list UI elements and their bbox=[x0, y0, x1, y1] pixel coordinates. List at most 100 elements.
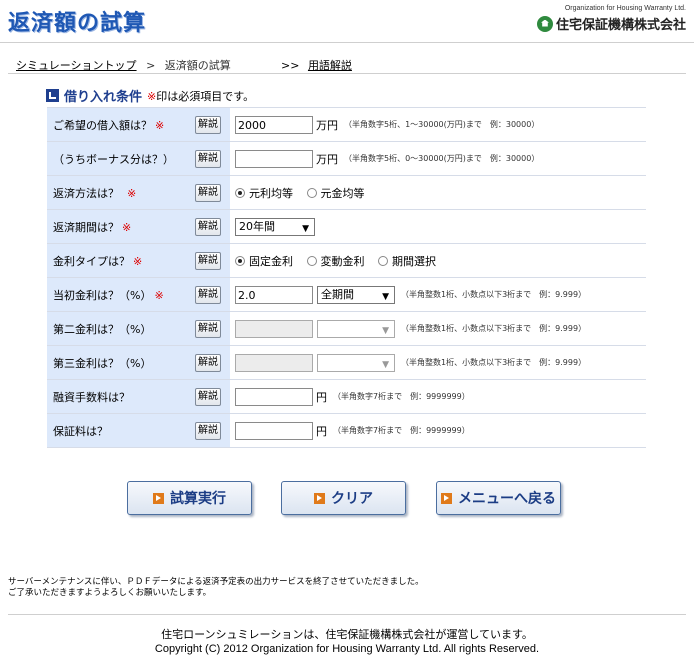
row-label: 融資手数料は？ bbox=[53, 390, 130, 404]
explain-cell: 解説 bbox=[186, 277, 230, 312]
required-mark: ※ bbox=[147, 89, 157, 103]
radio-fixed-rate[interactable]: 固定金利 bbox=[235, 253, 293, 269]
field-cell: 円 （半角数字7桁まで 例：9999999） bbox=[230, 413, 646, 448]
field-cell: 20年間 ▼ bbox=[230, 209, 646, 244]
arrow-right-icon bbox=[314, 492, 325, 504]
third-rate-input bbox=[235, 353, 313, 372]
field-cell: 万円 （半角数字5桁、0～30000(万円)まで 例：30000） bbox=[230, 141, 646, 176]
explain-button[interactable]: 解説 bbox=[195, 387, 221, 406]
row-label: 第三金利は？（%） bbox=[53, 356, 152, 370]
required-mark: ※ bbox=[154, 288, 164, 302]
interest-type-label: 金利タイプは？ ※ bbox=[47, 243, 186, 278]
org-name-japanese: 住宅保証機構株式会社 bbox=[555, 18, 686, 33]
field-cell: ▼ （半角整数1桁、小数点以下3桁まで 例：9.999） bbox=[230, 345, 646, 380]
required-mark: ※ bbox=[155, 118, 165, 132]
field-cell: ▼ （半角整数1桁、小数点以下3桁まで 例：9.999） bbox=[230, 311, 646, 346]
unit-label: 万円 bbox=[316, 118, 338, 132]
input-hint: （半角数字5桁、0～30000(万円)まで 例：30000） bbox=[344, 154, 540, 163]
explain-cell: 解説 bbox=[186, 141, 230, 176]
explain-button[interactable]: 解説 bbox=[195, 149, 221, 168]
row-label: 保証料は？ bbox=[53, 424, 108, 438]
radio-label: 変動金利 bbox=[320, 254, 365, 268]
input-hint: （半角数字7桁まで 例：9999999） bbox=[333, 426, 470, 435]
explain-button[interactable]: 解説 bbox=[195, 319, 221, 338]
input-hint: （半角整数1桁、小数点以下3桁まで 例：9.999） bbox=[401, 324, 587, 333]
repayment-method-label: 返済方法は？ ※ bbox=[47, 175, 186, 210]
loan-conditions-form: ご希望の借入額は？ ※ 解説 2000 万円 （半角数字5桁、1～30000(万円)ま… bbox=[47, 107, 646, 448]
explain-button[interactable]: 解説 bbox=[195, 353, 221, 372]
radio-equal-principal[interactable]: 元金均等 bbox=[306, 185, 365, 201]
breadcrumb-home-link[interactable]: シミュレーショントップ bbox=[16, 59, 137, 72]
dropdown-arrow-icon: ▼ bbox=[382, 359, 389, 370]
input-hint: （半角数字7桁まで 例：9999999） bbox=[333, 392, 470, 401]
row-label: 第二金利は？（%） bbox=[53, 322, 152, 336]
guarantee-fee-label: 保証料は？ bbox=[47, 413, 186, 448]
third-rate-period-select: ▼ bbox=[317, 353, 395, 372]
explain-button[interactable]: 解説 bbox=[195, 217, 221, 236]
radio-selected-icon bbox=[235, 255, 245, 266]
unit-label: 円 bbox=[316, 390, 327, 404]
radio-variable-rate[interactable]: 変動金利 bbox=[306, 253, 365, 269]
radio-equal-installment[interactable]: 元利均等 bbox=[235, 185, 293, 201]
field-cell: 2000 万円 （半角数字5桁、1～30000(万円)まで 例：30000） bbox=[230, 107, 646, 142]
footer-copyright: Copyright (C) 2012 Organization for Hous… bbox=[154, 643, 540, 655]
loan-fee-input[interactable] bbox=[235, 387, 313, 406]
table-row: 金利タイプは？ ※ 解説 固定金利 変動金利 期間選択 bbox=[47, 243, 646, 278]
guarantee-fee-input[interactable] bbox=[235, 421, 313, 440]
repayment-period-select[interactable]: 20年間 ▼ bbox=[235, 217, 315, 236]
third-rate-label: 第三金利は？（%） bbox=[47, 345, 186, 380]
explain-cell: 解説 bbox=[186, 345, 230, 380]
explain-cell: 解説 bbox=[186, 311, 230, 346]
explain-button[interactable]: 解説 bbox=[195, 115, 221, 134]
required-note-text: 印は必須項目です。 bbox=[156, 89, 255, 103]
breadcrumb-divider bbox=[8, 73, 686, 74]
clear-button[interactable]: クリア bbox=[281, 481, 406, 515]
radio-label: 元金均等 bbox=[320, 186, 365, 200]
row-label: 返済方法は？ bbox=[53, 186, 119, 200]
explain-button[interactable]: 解説 bbox=[195, 251, 221, 270]
page-title: 返済額の試算 bbox=[8, 11, 147, 36]
unit-label: 万円 bbox=[316, 152, 338, 166]
field-cell: 円 （半角数字7桁まで 例：9999999） bbox=[230, 379, 646, 414]
table-row: ご希望の借入額は？ ※ 解説 2000 万円 （半角数字5桁、1～30000(万円)ま… bbox=[47, 107, 646, 142]
notice-line: サーバーメンテナンスに伴い、ＰＤＦデータによる返済予定表の出力サービスを終了させ… bbox=[8, 577, 424, 587]
table-row: 保証料は？ 解説 円 （半角数字7桁まで 例：9999999） bbox=[47, 413, 646, 448]
radio-period-select[interactable]: 期間選択 bbox=[378, 253, 436, 269]
header: 返済額の試算 Organization for Housing Warranty… bbox=[0, 0, 694, 40]
back-to-menu-button[interactable]: メニューへ戻る bbox=[436, 481, 561, 515]
arrow-right-icon bbox=[441, 492, 452, 504]
button-label: メニューへ戻る bbox=[458, 491, 556, 507]
org-logo[interactable]: 住宅保証機構株式会社 bbox=[536, 14, 686, 33]
footer-divider bbox=[8, 614, 686, 615]
terms-link[interactable]: 用語解説 bbox=[308, 59, 352, 72]
explain-cell: 解説 bbox=[186, 209, 230, 244]
table-row: 当初金利は？（%） ※ 解説 2.0 全期間 ▼ （半角整数1桁、小数点以下3桁まで 例… bbox=[47, 277, 646, 312]
repayment-period-label: 返済期間は？ ※ bbox=[47, 209, 186, 244]
dropdown-arrow-icon: ▼ bbox=[302, 223, 309, 234]
calculate-button[interactable]: 試算実行 bbox=[127, 481, 252, 515]
radio-unselected-icon bbox=[306, 255, 317, 266]
loan-amount-label: ご希望の借入額は？ ※ bbox=[47, 107, 186, 142]
table-row: 融資手数料は？ 解説 円 （半角数字7桁まで 例：9999999） bbox=[47, 379, 646, 414]
house-logo-icon bbox=[536, 15, 553, 32]
notice-line: ご了承いただきますようよろしくお願いいたします。 bbox=[8, 588, 212, 598]
initial-rate-input[interactable]: 2.0 bbox=[235, 285, 313, 304]
explain-button[interactable]: 解説 bbox=[195, 183, 221, 202]
section-heading: 借り入れ条件 ※印は必須項目です。 bbox=[46, 86, 254, 105]
radio-label: 元利均等 bbox=[249, 186, 293, 200]
initial-rate-period-select[interactable]: 全期間 ▼ bbox=[317, 285, 395, 304]
input-hint: （半角数字5桁、1～30000(万円)まで 例：30000） bbox=[344, 120, 540, 129]
row-label: 金利タイプは？ bbox=[53, 254, 130, 268]
header-divider bbox=[0, 42, 694, 43]
field-cell: 2.0 全期間 ▼ （半角整数1桁、小数点以下3桁まで 例：9.999） bbox=[230, 277, 646, 312]
explain-button[interactable]: 解説 bbox=[195, 285, 221, 304]
select-value: 全期間 bbox=[321, 287, 354, 301]
radio-selected-icon bbox=[235, 187, 245, 198]
bonus-amount-input[interactable] bbox=[235, 149, 313, 168]
dropdown-arrow-icon: ▼ bbox=[382, 325, 389, 336]
loan-amount-input[interactable]: 2000 bbox=[235, 115, 313, 134]
unit-label: 円 bbox=[316, 424, 327, 438]
required-mark: ※ bbox=[133, 254, 143, 268]
input-hint: （半角整数1桁、小数点以下3桁まで 例：9.999） bbox=[401, 290, 587, 299]
explain-button[interactable]: 解説 bbox=[195, 421, 221, 440]
